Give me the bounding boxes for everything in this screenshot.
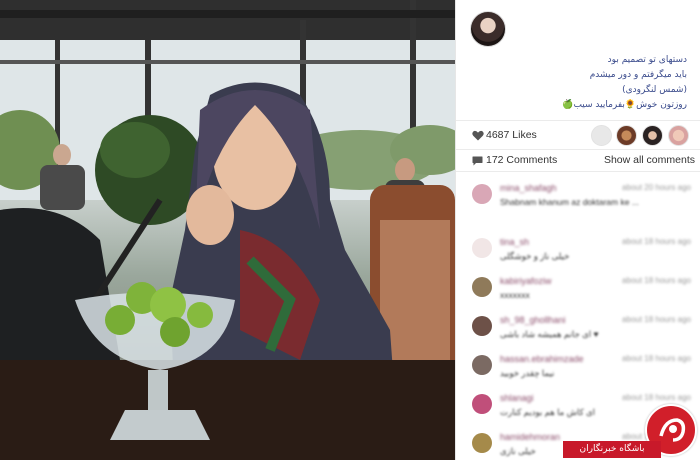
show-all-comments-link[interactable]: Show all comments — [604, 154, 695, 166]
comment-item: kabiriyafoziw about 18 hours ago xxxxxxx — [456, 270, 700, 310]
comment-time: about 18 hours ago — [622, 315, 691, 324]
commenter-username[interactable]: hamidehmoran — [500, 432, 560, 442]
post-caption: دستهای تو تصمیم بود باید میگرفتم و دور م… — [472, 53, 687, 113]
commenter-avatar[interactable] — [472, 355, 492, 375]
commenter-avatar[interactable] — [472, 184, 492, 204]
speech-bubble-icon — [472, 156, 483, 166]
liker-avatar[interactable] — [642, 125, 663, 146]
comment-item: hassan.ebrahimzade about 18 hours ago نی… — [456, 348, 700, 388]
liker-avatar[interactable] — [591, 125, 612, 146]
likes-count[interactable]: 4687 Likes — [486, 129, 537, 141]
commenter-username[interactable]: sh_98_ghollhani — [500, 315, 566, 325]
comment-text: xxxxxxx — [500, 290, 530, 300]
commenter-username[interactable]: hassan.ebrahimzade — [500, 354, 584, 364]
post-photo — [0, 0, 455, 460]
watermark-label: باشگاه خبرنگاران — [563, 441, 661, 458]
comment-time: about 18 hours ago — [622, 237, 691, 246]
comment-time: about 18 hours ago — [622, 393, 691, 402]
comment-text: نیما چقدر خوبید — [500, 368, 555, 378]
comments-count: 172 Comments — [486, 154, 558, 166]
heart-icon[interactable] — [472, 130, 484, 141]
comment-text: ای جانم همیشه شاد باشی ♥ — [500, 329, 599, 339]
likes-row: 4687 Likes — [456, 120, 700, 150]
commenter-avatar[interactable] — [472, 394, 492, 414]
comments-header: 172 Comments Show all comments — [456, 150, 700, 172]
likers-avatars — [591, 125, 695, 147]
commenter-username[interactable]: mina_shafagh — [500, 183, 557, 193]
caption-line: باید میگرفتم و دور میشدم — [589, 70, 687, 80]
author-avatar[interactable] — [470, 11, 506, 47]
comment-text: خیلی ناز و خوشگلی — [500, 251, 570, 261]
comment-time: about 18 hours ago — [622, 354, 691, 363]
commenter-avatar[interactable] — [472, 238, 492, 258]
commenter-username[interactable]: kabiriyafoziw — [500, 276, 552, 286]
comment-item: mina_shafagh about 20 hours ago Shabnam … — [456, 177, 700, 217]
comment-text: Shabnam khanum az doktaram ke ... — [500, 197, 639, 207]
liker-avatar[interactable] — [616, 125, 637, 146]
commenter-avatar[interactable] — [472, 277, 492, 297]
comment-item: sh_98_ghollhani about 18 hours ago ای جا… — [456, 309, 700, 349]
commenter-username[interactable]: tina_sh — [500, 237, 529, 247]
comment-time: about 20 hours ago — [622, 183, 691, 192]
caption-line: روزتون خوش🌻بفرمایید سیب🍏 — [562, 100, 687, 110]
caption-line: دستهای تو تصمیم بود — [607, 55, 687, 65]
commenter-username[interactable]: shlanagi — [500, 393, 534, 403]
comment-item: tina_sh about 18 hours ago خیلی ناز و خو… — [456, 231, 700, 271]
commenter-avatar[interactable] — [472, 316, 492, 336]
commenter-avatar[interactable] — [472, 433, 492, 453]
comment-time: about 18 hours ago — [622, 276, 691, 285]
post-details-panel: دستهای تو تصمیم بود باید میگرفتم و دور م… — [455, 0, 700, 460]
liker-avatar[interactable] — [668, 125, 689, 146]
caption-line: (شمس لنگرودی) — [622, 85, 687, 95]
post-header: دستهای تو تصمیم بود باید میگرفتم و دور م… — [456, 0, 700, 118]
photo-illustration — [0, 0, 455, 460]
